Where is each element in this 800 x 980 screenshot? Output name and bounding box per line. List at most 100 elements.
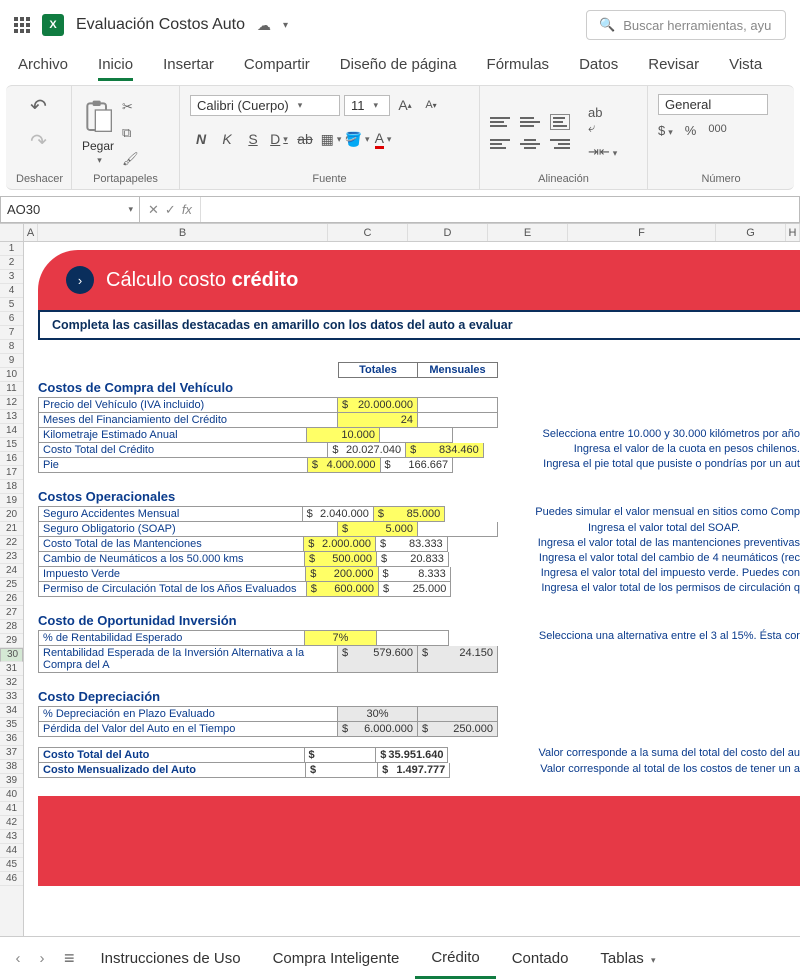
row-header[interactable]: 5 xyxy=(0,298,23,312)
cell-total[interactable]: $ xyxy=(306,763,378,778)
cell-monthly[interactable] xyxy=(418,522,498,537)
sheet-tab-contado[interactable]: Contado xyxy=(496,940,585,977)
cell-total[interactable]: $600.000 xyxy=(307,582,379,597)
merge-button[interactable]: ⇥⇤▾ xyxy=(588,144,617,160)
cell-total[interactable]: $6.000.000 xyxy=(338,722,418,737)
italic-button[interactable]: K xyxy=(216,128,238,150)
row-header[interactable]: 36 xyxy=(0,732,23,746)
font-size-select[interactable]: 11▾ xyxy=(344,95,390,116)
cell-monthly[interactable]: $35.951.640 xyxy=(376,747,448,763)
row-header[interactable]: 16 xyxy=(0,452,23,466)
font-name-select[interactable]: Calibri (Cuerpo)▾ xyxy=(190,95,340,116)
tab-compartir[interactable]: Compartir xyxy=(244,50,310,81)
col-c[interactable]: C xyxy=(328,224,408,241)
row-header[interactable]: 15 xyxy=(0,438,23,452)
strikethrough-button[interactable]: ab xyxy=(294,128,316,150)
row-header[interactable]: 3 xyxy=(0,270,23,284)
paste-button[interactable]: Pegar ▾ xyxy=(82,99,114,166)
row-header[interactable]: 13 xyxy=(0,410,23,424)
row-header[interactable]: 22 xyxy=(0,536,23,550)
percent-button[interactable]: % xyxy=(685,123,697,138)
row-header[interactable]: 44 xyxy=(0,844,23,858)
align-center-button[interactable] xyxy=(520,136,540,152)
undo-button[interactable]: ↶ xyxy=(30,94,47,119)
cell-total[interactable]: $500.000 xyxy=(305,552,377,567)
row-header[interactable]: 9 xyxy=(0,354,23,368)
row-header[interactable]: 18 xyxy=(0,480,23,494)
cell-monthly[interactable]: $25.000 xyxy=(379,582,451,597)
sheet-tab-credito[interactable]: Crédito xyxy=(415,939,495,979)
redo-button[interactable]: ↷ xyxy=(30,129,47,154)
double-underline-button[interactable]: D▾ xyxy=(268,128,290,150)
increase-font-button[interactable]: A▴ xyxy=(394,94,416,116)
tab-archivo[interactable]: Archivo xyxy=(18,50,68,81)
number-format-select[interactable]: General xyxy=(658,94,768,115)
cell-monthly[interactable]: $166.667 xyxy=(381,458,454,473)
cell-monthly[interactable]: $8.333 xyxy=(379,567,451,582)
tab-diseno[interactable]: Diseño de página xyxy=(340,50,457,81)
row-header[interactable]: 32 xyxy=(0,676,23,690)
sheet-tab-instrucciones[interactable]: Instrucciones de Uso xyxy=(85,940,257,977)
cell-total[interactable]: $4.000.000 xyxy=(308,458,381,473)
sheet-list-button[interactable]: ≡ xyxy=(54,948,85,969)
cell-monthly[interactable] xyxy=(418,706,498,722)
row-header[interactable]: 21 xyxy=(0,522,23,536)
cell-total[interactable]: 10.000 xyxy=(307,428,380,443)
font-color-button[interactable]: A▾ xyxy=(372,128,394,150)
align-top-button[interactable] xyxy=(490,114,510,130)
row-header[interactable]: 39 xyxy=(0,774,23,788)
copy-button[interactable]: ⧉ xyxy=(122,125,139,141)
row-header[interactable]: 29 xyxy=(0,634,23,648)
cell-monthly[interactable] xyxy=(380,428,453,443)
title-chevron-icon[interactable]: ▾ xyxy=(283,20,288,31)
row-header[interactable]: 46 xyxy=(0,872,23,886)
cell-monthly[interactable]: $24.150 xyxy=(418,646,498,673)
row-header[interactable]: 41 xyxy=(0,802,23,816)
row-header[interactable]: 12 xyxy=(0,396,23,410)
col-f[interactable]: F xyxy=(568,224,716,241)
comma-button[interactable]: 000 xyxy=(708,123,726,138)
row-header[interactable]: 35 xyxy=(0,718,23,732)
sheet-tab-tablas[interactable]: Tablas ▾ xyxy=(584,940,671,977)
row-header[interactable]: 24 xyxy=(0,564,23,578)
row-header[interactable]: 26 xyxy=(0,592,23,606)
search-input[interactable]: 🔍 Buscar herramientas, ayu xyxy=(586,10,786,40)
tab-revisar[interactable]: Revisar xyxy=(648,50,699,81)
borders-button[interactable]: ▦▾ xyxy=(320,128,342,150)
row-header[interactable]: 10 xyxy=(0,368,23,382)
cell-total[interactable]: $20.027.040 xyxy=(328,443,406,458)
row-header[interactable]: 7 xyxy=(0,326,23,340)
col-b[interactable]: B xyxy=(38,224,328,241)
cell-total[interactable]: $20.000.000 xyxy=(338,397,418,413)
row-header[interactable]: 43 xyxy=(0,830,23,844)
cell-total[interactable]: $ xyxy=(305,747,377,763)
format-painter-button[interactable]: 🖌 xyxy=(122,151,139,167)
row-header[interactable]: 38 xyxy=(0,760,23,774)
row-header[interactable]: 45 xyxy=(0,858,23,872)
accept-formula-button[interactable]: ✓ xyxy=(165,202,176,218)
name-box[interactable]: AO30 ▾ xyxy=(0,196,140,223)
row-header[interactable]: 28 xyxy=(0,620,23,634)
cell-monthly[interactable]: $834.460 xyxy=(406,443,484,458)
cell-monthly[interactable]: $85.000 xyxy=(374,506,445,522)
sheet-tab-compra[interactable]: Compra Inteligente xyxy=(257,940,416,977)
cell-total[interactable]: 7% xyxy=(305,630,377,646)
sheet-prev-button[interactable]: ‹ xyxy=(6,950,30,967)
row-header[interactable]: 17 xyxy=(0,466,23,480)
cell-total[interactable]: $2.000.000 xyxy=(304,537,376,552)
cell-total[interactable]: $5.000 xyxy=(338,522,418,537)
wrap-text-button[interactable]: ab⤶ xyxy=(588,105,617,136)
row-header[interactable]: 25 xyxy=(0,578,23,592)
row-header[interactable]: 31 xyxy=(0,662,23,676)
cell-monthly[interactable]: $20.833 xyxy=(377,552,449,567)
cell-total[interactable]: 30% xyxy=(338,706,418,722)
tab-vista[interactable]: Vista xyxy=(729,50,762,81)
row-header[interactable]: 2 xyxy=(0,256,23,270)
row-header[interactable]: 37 xyxy=(0,746,23,760)
app-launcher-icon[interactable] xyxy=(14,17,30,33)
decrease-font-button[interactable]: A▾ xyxy=(420,94,442,116)
tab-formulas[interactable]: Fórmulas xyxy=(487,50,550,81)
align-middle-button[interactable] xyxy=(520,114,540,130)
col-a[interactable]: A xyxy=(24,224,38,241)
tab-inicio[interactable]: Inicio xyxy=(98,50,133,81)
